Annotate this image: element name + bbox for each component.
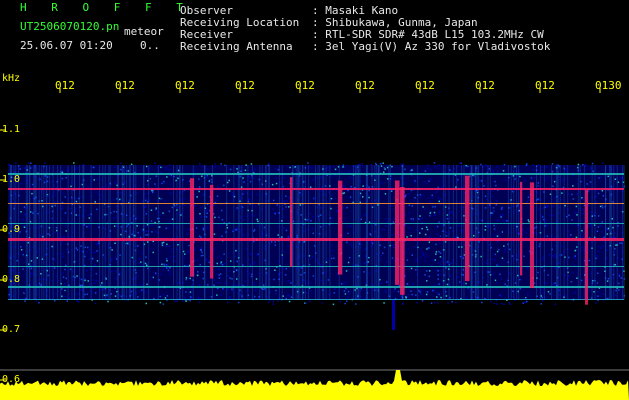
- x-tick-label: 012: [55, 79, 75, 92]
- date-time: 25.06.07 01:20: [20, 39, 113, 52]
- y-tick-label: 1.1: [2, 124, 21, 135]
- x-tick-label: 012: [475, 79, 495, 92]
- x-tick-label: 012: [415, 79, 435, 92]
- event-type: meteor: [124, 25, 164, 38]
- x-tick-label: 012: [295, 79, 315, 92]
- spectrogram-canvas: [0, 88, 629, 400]
- y-tick-label: 0.8: [2, 274, 21, 285]
- echo-count: 0..: [140, 39, 160, 52]
- y-tick-label: 0.9: [2, 224, 21, 235]
- app-title: H R O F F T: [20, 1, 192, 14]
- x-tick-label: 012: [535, 79, 555, 92]
- x-tick-label: 012: [355, 79, 375, 92]
- file-name: UT2506070120.pn: [20, 20, 120, 33]
- power-trace: [0, 370, 629, 400]
- x-tick-label: 012: [115, 79, 135, 92]
- y-tick-label: 1.0: [2, 174, 21, 185]
- x-tick-label: 012: [175, 79, 195, 92]
- y-tick-label: 0.6: [2, 374, 21, 385]
- x-tick-label: 0130: [595, 79, 622, 92]
- antenna-label: Receiving Antenna: [180, 40, 293, 53]
- y-tick-label: 0.7: [2, 324, 21, 335]
- x-tick-label: 012: [235, 79, 255, 92]
- antenna-value: : 3el Yagi(V) Az 330 for Vladivostok: [312, 40, 551, 53]
- axis-unit-label: kHz: [2, 73, 21, 84]
